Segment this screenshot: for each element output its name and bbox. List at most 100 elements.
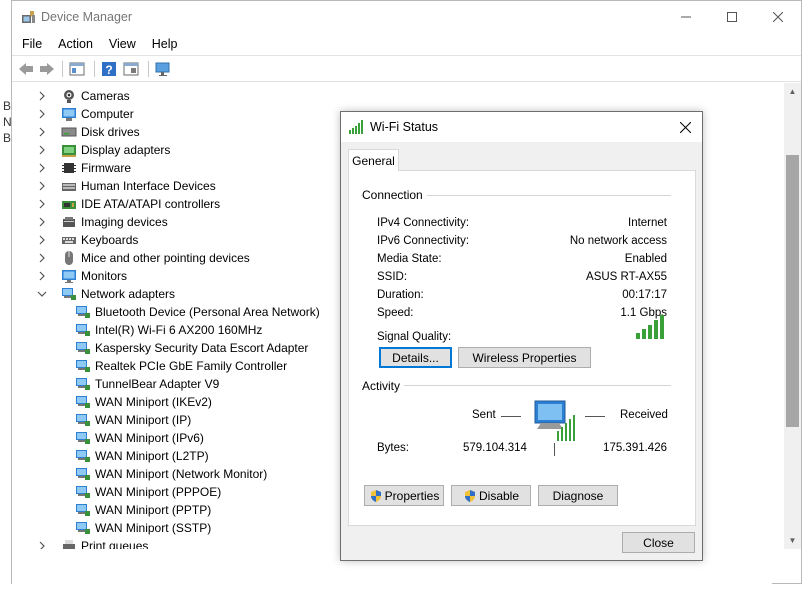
received-line [585, 416, 605, 417]
properties-view-icon[interactable] [68, 60, 86, 78]
network-adapter-item[interactable]: WAN Miniport (IKEv2) [75, 393, 212, 411]
tree-category-computer[interactable]: Computer [37, 105, 134, 123]
scan-hardware-icon[interactable] [154, 60, 172, 78]
help-icon[interactable]: ? [100, 60, 118, 78]
tree-category-human-interface-devices[interactable]: Human Interface Devices [37, 177, 216, 195]
activity-group-line [361, 385, 671, 386]
network-adapter-item[interactable]: WAN Miniport (Network Monitor) [75, 465, 267, 483]
scan-hardware-panel-icon[interactable] [122, 60, 140, 78]
tree-category-label: Monitors [81, 269, 128, 283]
title-bar[interactable]: Device Manager [12, 1, 801, 33]
ide-controller-icon [62, 201, 76, 209]
network-adapter-item[interactable]: WAN Miniport (IP) [75, 411, 191, 429]
vertical-scrollbar[interactable]: ▲ ▼ [784, 83, 801, 549]
uac-shield-icon [464, 489, 475, 502]
chevron-right-icon[interactable] [37, 145, 47, 155]
network-adapter-label: WAN Miniport (PPTP) [95, 503, 212, 517]
network-adapter-icon [76, 450, 90, 462]
network-adapter-item[interactable]: WAN Miniport (PPPOE) [75, 483, 221, 501]
network-adapter-icon [76, 486, 90, 498]
network-adapter-icon [76, 432, 90, 444]
network-adapter-item[interactable]: Realtek PCIe GbE Family Controller [75, 357, 287, 375]
tree-category-firmware[interactable]: Firmware [37, 159, 131, 177]
tree-category-mice-and-other-pointing-devices[interactable]: Mice and other pointing devices [37, 249, 250, 267]
tree-category-network-adapters[interactable]: Network adapters [37, 285, 175, 303]
scroll-down-icon[interactable]: ▼ [784, 532, 801, 549]
properties-button[interactable]: Properties [364, 485, 444, 506]
maximize-button[interactable] [709, 1, 755, 33]
network-adapter-item[interactable]: Intel(R) Wi-Fi 6 AX200 160MHz [75, 321, 262, 339]
dialog-close-button[interactable] [668, 112, 702, 142]
network-adapter-item[interactable]: Kaspersky Security Data Escort Adapter [75, 339, 308, 357]
bytes-received-value: 175.391.426 [603, 442, 667, 454]
scroll-up-icon[interactable]: ▲ [784, 83, 801, 100]
sent-line [501, 416, 521, 417]
network-adapter-label: TunnelBear Adapter V9 [95, 377, 220, 391]
general-panel: Connection IPv4 Connectivity: Internet I… [348, 170, 696, 526]
forward-arrow-icon[interactable] [38, 60, 56, 78]
scroll-thumb[interactable] [786, 155, 799, 427]
tree-category-cameras[interactable]: Cameras [37, 87, 130, 105]
ssid-label: SSID: [377, 271, 408, 283]
media-state-value: Enabled [624, 253, 667, 265]
menu-view[interactable]: View [101, 33, 144, 55]
signal-quality-bars-icon [636, 315, 664, 339]
tree-category-label: Disk drives [81, 125, 140, 139]
monitor-icon [62, 270, 76, 283]
network-adapter-item[interactable]: WAN Miniport (SSTP) [75, 519, 211, 537]
close-button[interactable] [755, 1, 801, 33]
chevron-right-icon[interactable] [37, 271, 47, 281]
device-manager-icon [22, 11, 35, 23]
menu-help[interactable]: Help [144, 33, 186, 55]
bytes-sent-value: 579.104.314 [463, 442, 527, 454]
tree-category-monitors[interactable]: Monitors [37, 267, 127, 285]
duration-label: Duration: [377, 289, 424, 301]
tree-category-display-adapters[interactable]: Display adapters [37, 141, 170, 159]
media-state-label: Media State: [377, 253, 442, 265]
network-adapter-item[interactable]: WAN Miniport (IPv6) [75, 429, 204, 447]
diagnose-button[interactable]: Diagnose [538, 485, 618, 506]
tree-category-disk-drives[interactable]: Disk drives [37, 123, 140, 141]
network-adapter-item[interactable]: Bluetooth Device (Personal Area Network) [75, 303, 320, 321]
menu-file[interactable]: File [14, 33, 50, 55]
ssid-value: ASUS RT-AX55 [586, 271, 667, 283]
maximize-icon [727, 12, 737, 22]
chevron-down-icon[interactable] [37, 289, 47, 299]
mouse-icon [65, 251, 73, 265]
details-button[interactable]: Details... [379, 347, 452, 368]
tree-category-label: Cameras [81, 89, 130, 103]
network-adapter-icon [76, 396, 90, 408]
tree-category-imaging-devices[interactable]: Imaging devices [37, 213, 168, 231]
disable-button-label: Disable [478, 488, 520, 503]
menu-action[interactable]: Action [50, 33, 101, 55]
chevron-right-icon[interactable] [37, 217, 47, 227]
chevron-right-icon[interactable] [37, 199, 47, 209]
keyboard-icon [62, 237, 76, 244]
network-adapter-label: Realtek PCIe GbE Family Controller [95, 359, 288, 373]
disable-button[interactable]: Disable [451, 485, 531, 506]
network-adapter-item[interactable]: WAN Miniport (PPTP) [75, 501, 211, 519]
dialog-title-bar[interactable]: Wi-Fi Status [341, 112, 702, 142]
network-adapter-item[interactable]: WAN Miniport (L2TP) [75, 447, 209, 465]
close-dialog-button[interactable]: Close [622, 532, 695, 553]
ipv6-value: No network access [569, 235, 667, 247]
wireless-properties-button[interactable]: Wireless Properties [458, 347, 591, 368]
tree-category-ide-ata-atapi-controllers[interactable]: IDE ATA/ATAPI controllers [37, 195, 220, 213]
bytes-label: Bytes: [377, 442, 409, 454]
chevron-right-icon[interactable] [37, 91, 47, 101]
camera-icon [64, 90, 74, 103]
chevron-right-icon[interactable] [37, 181, 47, 191]
chevron-right-icon[interactable] [37, 163, 47, 173]
network-adapter-label: WAN Miniport (L2TP) [95, 449, 209, 463]
tree-category-keyboards[interactable]: Keyboards [37, 231, 138, 249]
minimize-button[interactable] [663, 1, 709, 33]
tab-general[interactable]: General [348, 149, 399, 171]
signal-quality-label: Signal Quality: [377, 331, 452, 343]
back-arrow-icon[interactable] [17, 60, 35, 78]
chevron-right-icon[interactable] [37, 253, 47, 263]
chevron-right-icon[interactable] [37, 109, 47, 119]
tree-category-label: Firmware [81, 161, 131, 175]
network-adapter-item[interactable]: TunnelBear Adapter V9 [75, 375, 219, 393]
chevron-right-icon[interactable] [37, 235, 47, 245]
chevron-right-icon[interactable] [37, 127, 47, 137]
